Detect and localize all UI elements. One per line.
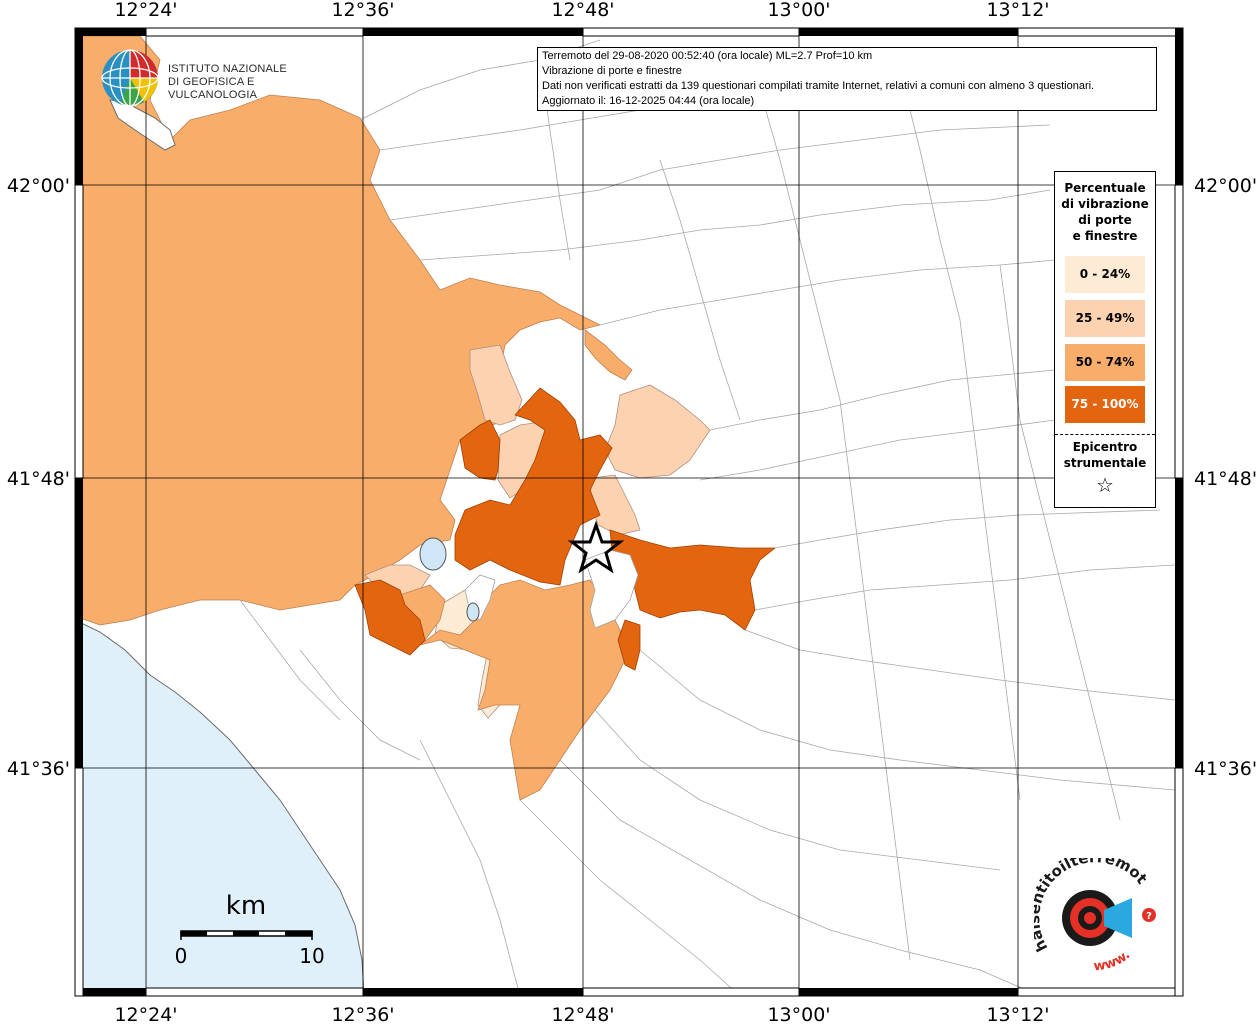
lat-label-left-2: 41°48' <box>7 468 70 490</box>
ingv-name: ISTITUTO NAZIONALE DI GEOFISICA E VULCAN… <box>168 63 330 102</box>
lon-label-bottom-4: 13°00' <box>767 1004 830 1024</box>
scale-unit: km <box>226 891 266 921</box>
ingv-globe-icon <box>101 49 159 107</box>
legend-epicenter-label: Epicentro strumentale <box>1055 439 1155 471</box>
scale-max: 10 <box>299 944 324 968</box>
event-info-box: Terremoto del 29-08-2020 00:52:40 (ora l… <box>537 47 1157 111</box>
lake-albano <box>419 537 447 571</box>
legend-class-0-24: 0 - 24% <box>1065 256 1145 293</box>
legend-class-25-49: 25 - 49% <box>1065 300 1145 337</box>
legend-title-line: di porte <box>1078 213 1132 227</box>
hsit-target-icon: ? haisentitoilterremoto.it www. <box>1025 844 1156 975</box>
lon-label-top-5: 13°12' <box>986 0 1049 21</box>
lon-label-top-3: 12°48' <box>551 0 614 21</box>
lon-label-top-4: 13°00' <box>767 0 830 21</box>
lat-label-right-3: 41°36' <box>1194 758 1257 780</box>
lon-label-top-2: 12°36' <box>331 0 394 21</box>
svg-text:www.: www. <box>1093 948 1133 975</box>
lat-label-right-1: 42°00' <box>1194 175 1257 197</box>
legend-title: Percentuale di vibrazione di porte e fin… <box>1055 180 1155 244</box>
lon-label-bottom-2: 12°36' <box>331 1004 394 1024</box>
scale-min: 0 <box>175 944 188 968</box>
svg-text:?: ? <box>1146 911 1152 922</box>
ingv-logo: ISTITUTO NAZIONALE DI GEOFISICA E VULCAN… <box>100 47 330 109</box>
legend-divider <box>1055 434 1155 435</box>
legend-class-75-100: 75 - 100% <box>1065 386 1145 423</box>
ingv-line2: DI GEOFISICA E VULCANOLOGIA <box>168 76 258 101</box>
hsit-logo: ? haisentitoilterremoto.it www. <box>1025 844 1174 978</box>
lon-label-bottom-3: 12°48' <box>551 1004 614 1024</box>
lon-label-top-1: 12°24' <box>114 0 177 21</box>
legend-title-line: di vibrazione <box>1061 197 1149 211</box>
parameter-line: Vibrazione di porte e finestre <box>542 65 682 77</box>
lat-label-left-1: 42°00' <box>7 175 70 197</box>
legend: Percentuale di vibrazione di porte e fin… <box>1054 171 1156 508</box>
data-note-line: Dati non verificati estratti da 139 ques… <box>542 80 1095 92</box>
event-line: Terremoto del 29-08-2020 00:52:40 (ora l… <box>542 50 873 62</box>
lat-label-right-2: 41°48' <box>1194 468 1257 490</box>
hsit-text-bottom: www. <box>1093 948 1133 975</box>
ingv-line1: ISTITUTO NAZIONALE <box>168 63 287 75</box>
legend-epicenter-line: Epicentro <box>1072 440 1138 454</box>
lon-label-bottom-1: 12°24' <box>114 1004 177 1024</box>
legend-class-50-74: 50 - 74% <box>1065 344 1145 381</box>
legend-title-line: e finestre <box>1072 229 1138 243</box>
lat-label-left-3: 41°36' <box>7 758 70 780</box>
legend-epicenter-line: strumentale <box>1063 456 1147 470</box>
updated-line: Aggiornato il: 16-12-2025 04:44 (ora loc… <box>542 95 755 107</box>
legend-star-icon: ☆ <box>1096 473 1114 497</box>
lon-label-bottom-5: 13°12' <box>986 1004 1049 1024</box>
legend-title-line: Percentuale <box>1064 181 1146 195</box>
lake-nemi <box>466 602 480 622</box>
